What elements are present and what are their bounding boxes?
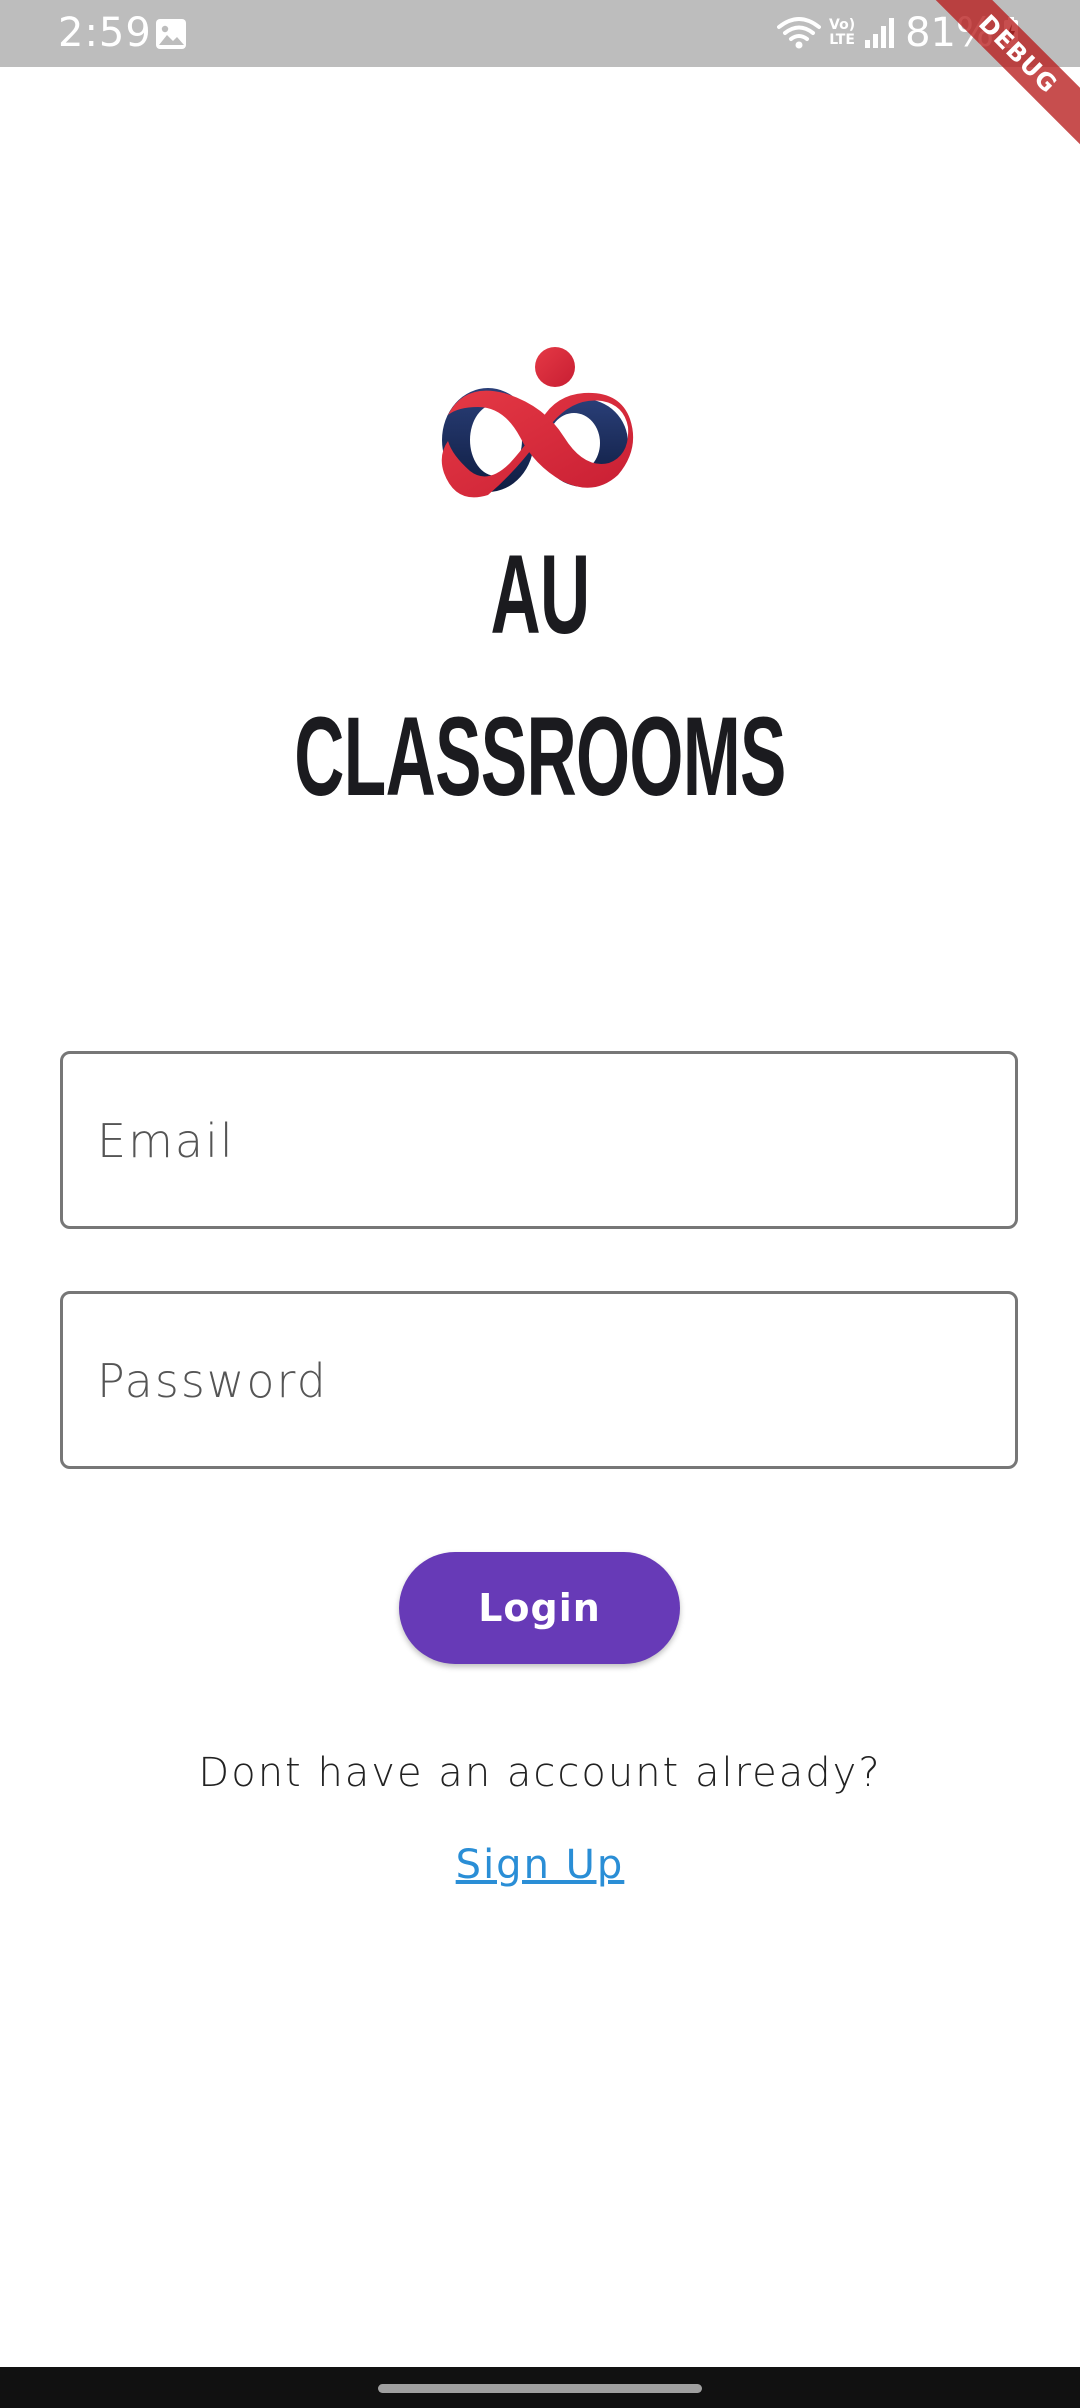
status-bar: 2:59 Vo) LTE 81% [0, 0, 1080, 67]
battery-charging-icon [1004, 17, 1018, 48]
app-title-line2: CLASSROOMS [294, 694, 786, 819]
wifi-icon [777, 17, 821, 49]
login-button[interactable]: Login [399, 1552, 680, 1664]
account-prompt-text: Dont have an account already? [198, 1750, 882, 1796]
volte-bottom-label: LTE [829, 32, 855, 48]
signup-link-container: Sign Up [0, 1836, 1080, 1894]
app-title-line1: AU [490, 532, 590, 657]
signal-icon [865, 18, 895, 48]
au-classrooms-logo [441, 347, 634, 498]
battery-percentage: 81% [905, 10, 994, 56]
volte-top-label: Vo) [829, 17, 856, 33]
gallery-notification-icon [156, 19, 186, 49]
signup-link[interactable]: Sign Up [456, 1842, 625, 1888]
login-screen: 2:59 Vo) LTE 81% DEBUG AU CLASSROOMS Ema… [0, 0, 1080, 2408]
status-icons: Vo) LTE 81% [777, 8, 1020, 58]
volte-indicator: Vo) LTE [829, 18, 855, 48]
password-field[interactable] [60, 1291, 1018, 1469]
email-input[interactable] [95, 1054, 979, 1228]
email-field[interactable] [60, 1051, 1018, 1229]
status-time: 2:59 [58, 10, 152, 56]
password-input[interactable] [95, 1294, 979, 1468]
navigation-bar [0, 2367, 1080, 2408]
home-gesture-handle[interactable] [378, 2384, 702, 2393]
